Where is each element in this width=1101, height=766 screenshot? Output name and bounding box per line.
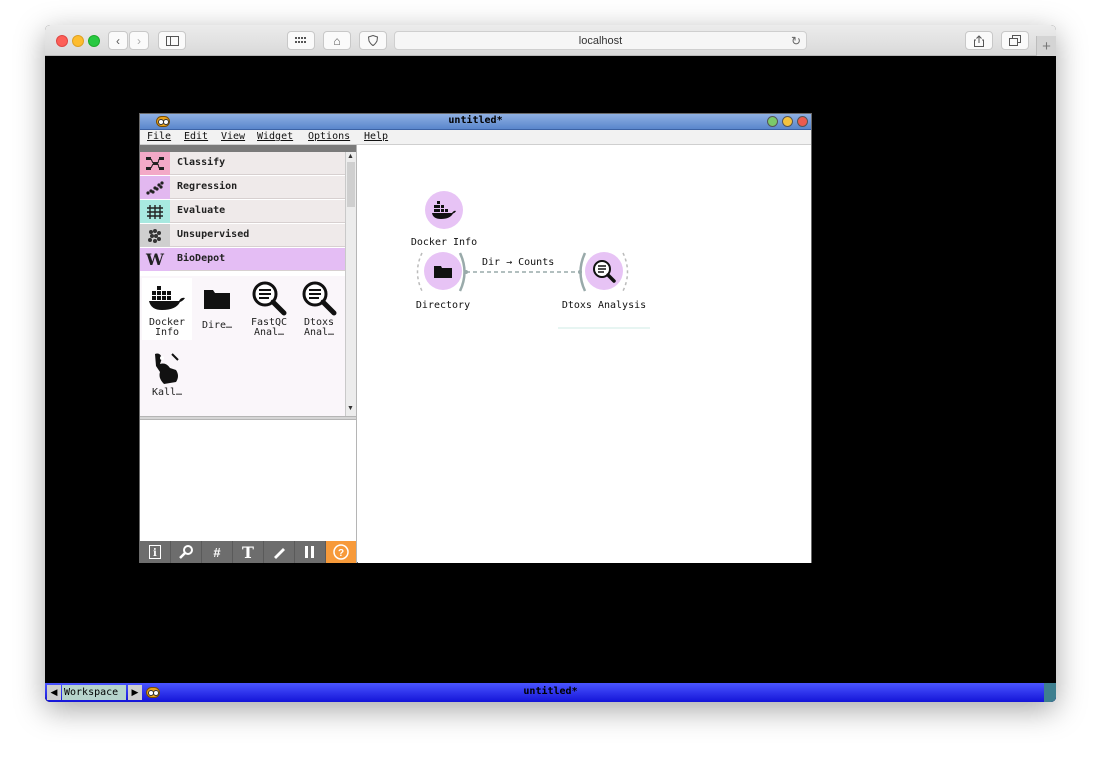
widget-fastqc-analysis[interactable]: FastQC Anal… <box>244 278 294 340</box>
category-label: Evaluate <box>177 205 226 216</box>
category-biodepot[interactable]: W BioDepot <box>140 248 345 271</box>
category-label: Unsupervised <box>177 229 250 240</box>
category-unsupervised[interactable]: Unsupervised <box>140 224 345 247</box>
new-tab-icon[interactable]: + <box>1036 36 1056 56</box>
menu-edit[interactable]: Edit <box>184 131 208 142</box>
link-label[interactable]: Dir → Counts <box>482 257 554 268</box>
reload-icon[interactable]: ↻ <box>791 34 801 48</box>
menu-widget[interactable]: Widget <box>257 131 293 142</box>
widget-palette: Docker Info Dire… FastQC Anal… Dtoxs Ana… <box>140 276 345 416</box>
menu-view[interactable]: View <box>221 131 245 142</box>
widget-kallisto[interactable]: Kall… <box>142 348 192 410</box>
node-dtoxs-analysis[interactable]: Dtoxs Analysis <box>550 252 658 311</box>
dock-grip[interactable] <box>140 145 356 152</box>
widget-label-line2: Info <box>154 327 180 338</box>
address-bar[interactable]: localhost ↻ <box>394 31 807 50</box>
help-icon[interactable]: ? <box>326 541 356 563</box>
text-icon[interactable]: T <box>233 541 264 563</box>
back-icon[interactable]: ‹ <box>108 31 128 50</box>
grid-icon[interactable]: # <box>202 541 233 563</box>
menu-options[interactable]: Options <box>308 131 350 142</box>
evaluate-icon <box>140 200 170 223</box>
category-label: Regression <box>177 181 238 192</box>
scroll-up-icon[interactable]: ▲ <box>347 153 354 160</box>
forward-icon[interactable]: › <box>129 31 149 50</box>
close-button[interactable] <box>797 116 808 127</box>
browser-toolbar: ‹ › ⌂ localhost ↻ + <box>45 25 1056 56</box>
home-icon[interactable]: ⌂ <box>323 31 351 50</box>
scroll-thumb[interactable] <box>347 162 355 207</box>
folder-icon <box>192 278 242 318</box>
sidebar-icon[interactable] <box>158 31 186 50</box>
svg-text:i: i <box>153 548 157 559</box>
classify-icon <box>140 152 170 175</box>
pause-icon[interactable] <box>295 541 326 563</box>
category-classify[interactable]: Classify <box>140 152 345 175</box>
share-icon[interactable] <box>965 31 993 50</box>
workflow-canvas[interactable]: Dir → Counts Docker Info Directory Dtoxs… <box>358 145 811 563</box>
node-directory[interactable]: Directory <box>396 252 490 311</box>
maximize-button[interactable] <box>782 116 793 127</box>
menu-file[interactable]: File <box>147 131 171 142</box>
biodepot-w-icon: W <box>140 248 170 271</box>
magnifier-icon <box>294 278 344 318</box>
menu-help[interactable]: Help <box>364 131 388 142</box>
orange-app-window: untitled* File Edit View Widget Options … <box>139 113 812 563</box>
category-evaluate[interactable]: Evaluate <box>140 200 345 223</box>
shield-icon[interactable] <box>359 31 387 50</box>
search-icon[interactable] <box>171 541 202 563</box>
browser-window: ‹ › ⌂ localhost ↻ + untitled* File Edit … <box>45 25 1056 702</box>
dock-splitter[interactable] <box>140 416 356 420</box>
docker-whale-icon <box>142 278 192 318</box>
widget-dtoxs-analysis[interactable]: Dtoxs Anal… <box>294 278 344 340</box>
window-title: untitled* <box>448 115 503 126</box>
pen-icon[interactable] <box>264 541 295 563</box>
regression-icon <box>140 176 170 199</box>
folder-icon <box>424 252 462 290</box>
node-label: Dtoxs Analysis <box>561 300 647 311</box>
node-docker-info[interactable]: Docker Info <box>398 191 490 248</box>
kallisto-icon <box>142 348 192 388</box>
tabs-icon[interactable] <box>1001 31 1029 50</box>
taskbar-corner <box>1044 683 1056 702</box>
magnifier-icon <box>585 252 623 290</box>
dock-toolbar: i # T ? <box>140 541 356 563</box>
docker-whale-icon <box>425 191 463 229</box>
category-label: Classify <box>177 157 226 168</box>
widget-dock: Classify Regression Evaluate Unsupervise… <box>140 145 357 563</box>
zoom-window-button[interactable] <box>88 35 100 47</box>
widget-label-line1: Kall… <box>151 387 183 398</box>
url-text: localhost <box>578 34 623 47</box>
widget-label-line2: Anal… <box>253 327 285 338</box>
category-label: BioDepot <box>177 253 226 264</box>
minimize-window-button[interactable] <box>72 35 84 47</box>
x-desktop: untitled* File Edit View Widget Options … <box>45 56 1056 702</box>
close-window-button[interactable] <box>56 35 68 47</box>
unsupervised-icon <box>140 224 170 247</box>
taskbar-window-title[interactable]: untitled* <box>45 686 1056 697</box>
widget-docker-info[interactable]: Docker Info <box>142 278 192 340</box>
category-regression[interactable]: Regression <box>140 176 345 199</box>
menu-bar: File Edit View Widget Options Help <box>140 130 811 145</box>
node-label: Docker Info <box>410 237 478 248</box>
widget-label-line1: Dire… <box>201 320 233 331</box>
window-titlebar[interactable]: untitled* <box>140 114 811 130</box>
dock-scrollbar[interactable]: ▲ ▼ <box>345 152 356 416</box>
magnifier-icon <box>244 278 294 318</box>
widget-directory[interactable]: Dire… <box>192 278 242 340</box>
node-label: Directory <box>415 300 471 311</box>
svg-text:?: ? <box>338 548 344 559</box>
minimize-button[interactable] <box>767 116 778 127</box>
info-icon[interactable]: i <box>140 541 171 563</box>
taskbar: ◀ Workspace 1 ▶ untitled* <box>45 683 1056 702</box>
grid-icon[interactable] <box>287 31 315 50</box>
scroll-down-icon[interactable]: ▼ <box>347 405 354 412</box>
widget-label-line2: Anal… <box>303 327 335 338</box>
